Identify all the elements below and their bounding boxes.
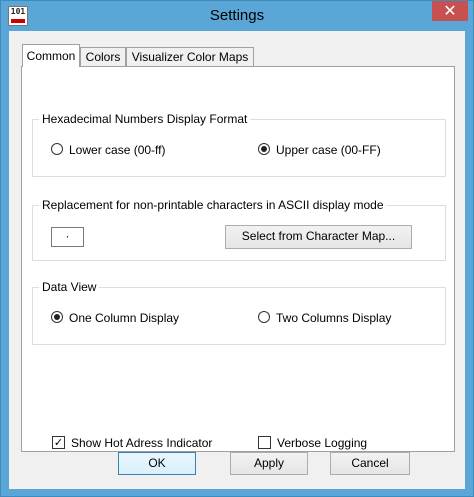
ok-button[interactable]: OK <box>118 452 196 475</box>
checkbox-show-hot-address-label: Show Hot Adress Indicator <box>71 436 213 450</box>
select-from-character-map-button[interactable]: Select from Character Map... <box>225 225 412 249</box>
replacement-char-group: Replacement for non-printable characters… <box>32 198 446 261</box>
radio-upper-case-circle <box>258 143 270 155</box>
check-mark-icon: ✓ <box>52 436 65 449</box>
radio-lower-case-circle <box>51 143 63 155</box>
settings-window: 101 Settings ✕ Common Colors Visualizer … <box>0 0 474 497</box>
replacement-char-field[interactable]: · <box>51 227 84 247</box>
data-view-group: Data View One Column Display Two Columns… <box>32 280 446 345</box>
replacement-char-legend: Replacement for non-printable characters… <box>39 198 387 212</box>
cancel-button[interactable]: Cancel <box>330 452 410 475</box>
close-button[interactable]: ✕ <box>432 1 468 21</box>
hex-format-legend: Hexadecimal Numbers Display Format <box>39 112 251 126</box>
radio-one-column-circle <box>51 311 63 323</box>
dialog-client-area: Common Colors Visualizer Color Maps Hexa… <box>9 31 465 489</box>
hex-format-group: Hexadecimal Numbers Display Format Lower… <box>32 112 446 177</box>
apply-button[interactable]: Apply <box>230 452 308 475</box>
radio-dot-icon <box>54 314 60 320</box>
checkbox-verbose-logging-label: Verbose Logging <box>277 436 368 450</box>
radio-lower-case-label: Lower case (00-ff) <box>69 143 166 157</box>
tab-colors[interactable]: Colors <box>80 47 126 66</box>
close-icon: ✕ <box>443 1 457 20</box>
data-view-legend: Data View <box>39 280 100 294</box>
window-title: Settings <box>209 7 265 24</box>
tab-panel-common: Hexadecimal Numbers Display Format Lower… <box>21 66 455 452</box>
tab-visualizer-color-maps[interactable]: Visualizer Color Maps <box>126 47 254 66</box>
title-bar[interactable]: 101 Settings ✕ <box>1 1 473 31</box>
radio-upper-case-label: Upper case (00-FF) <box>276 143 381 157</box>
tab-common[interactable]: Common <box>22 44 80 67</box>
radio-two-columns-circle <box>258 311 270 323</box>
checkbox-verbose-logging-box <box>258 436 271 449</box>
radio-one-column-label: One Column Display <box>69 311 180 325</box>
radio-two-columns-label: Two Columns Display <box>276 311 392 325</box>
radio-dot-icon <box>261 146 267 152</box>
